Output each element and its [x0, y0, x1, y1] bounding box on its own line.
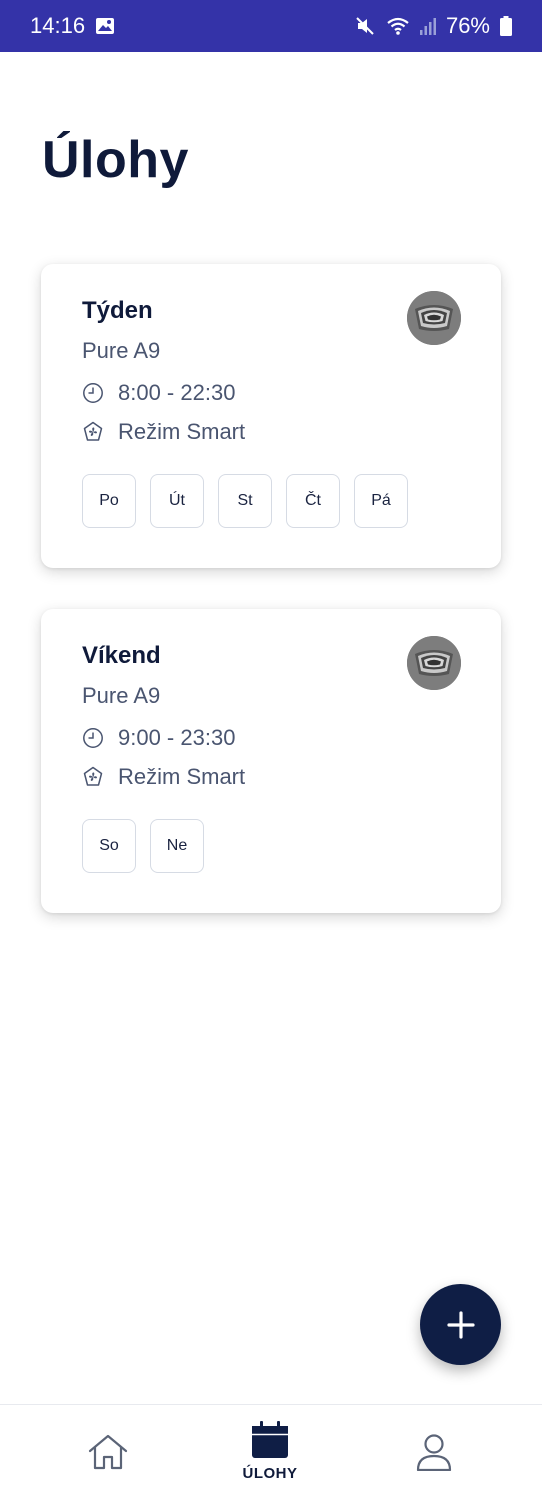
- day-chip: Út: [150, 474, 204, 528]
- task-device: Pure A9: [82, 683, 161, 708]
- battery-icon: [500, 16, 512, 36]
- page-title: Úlohy: [42, 131, 189, 189]
- status-right: 76%: [354, 13, 512, 39]
- status-bar: 14:16 76%: [0, 0, 542, 52]
- add-task-button[interactable]: [420, 1284, 501, 1365]
- fan-mode-icon: [82, 421, 104, 443]
- calendar-icon: [251, 1421, 289, 1459]
- task-time: 9:00 - 23:30: [118, 725, 236, 750]
- task-card[interactable]: Týden Pure A9 8:00 - 22:30 Režim Smart P…: [41, 264, 501, 568]
- device-avatar: [407, 636, 461, 690]
- signal-icon: [419, 17, 436, 35]
- nav-item-tasks[interactable]: ÚLOHY: [200, 1405, 340, 1500]
- nav-item-home[interactable]: [38, 1405, 178, 1500]
- task-time-row: 9:00 - 23:30: [82, 725, 235, 751]
- status-time: 14:16: [30, 13, 86, 38]
- task-name: Týden: [82, 297, 153, 324]
- day-chip: Čt: [286, 474, 340, 528]
- clock-icon: [82, 382, 104, 404]
- task-days: So Ne: [82, 819, 204, 873]
- fan-mode-icon: [82, 766, 104, 788]
- task-time: 8:00 - 22:30: [118, 380, 236, 405]
- day-chip: Pá: [354, 474, 408, 528]
- task-time-row: 8:00 - 22:30: [82, 380, 235, 406]
- task-device: Pure A9: [82, 338, 161, 363]
- mute-icon: [354, 15, 376, 37]
- day-chip: St: [218, 474, 272, 528]
- gallery-notification-icon: [95, 17, 115, 35]
- battery-percent: 76%: [445, 13, 490, 38]
- task-mode: Režim Smart: [118, 419, 246, 444]
- plus-icon: [446, 1310, 475, 1339]
- nav-label-tasks: ÚLOHY: [242, 1465, 298, 1482]
- task-mode-row: Režim Smart: [82, 419, 245, 445]
- device-avatar: [407, 291, 461, 345]
- task-name: Víkend: [82, 642, 161, 669]
- bottom-nav: ÚLOHY: [0, 1404, 542, 1500]
- clock-icon: [82, 727, 104, 749]
- day-chip: Po: [82, 474, 136, 528]
- profile-icon: [415, 1433, 453, 1471]
- task-mode-row: Režim Smart: [82, 764, 245, 790]
- day-chip: So: [82, 819, 136, 873]
- day-chip: Ne: [150, 819, 204, 873]
- task-mode: Režim Smart: [118, 764, 246, 789]
- status-left: 14:16: [30, 13, 115, 39]
- nav-item-profile[interactable]: [364, 1405, 504, 1500]
- task-card[interactable]: Víkend Pure A9 9:00 - 23:30 Režim Smart …: [41, 609, 501, 913]
- task-days: Po Út St Čt Pá: [82, 474, 408, 528]
- home-icon: [87, 1433, 129, 1471]
- wifi-icon: [386, 16, 410, 36]
